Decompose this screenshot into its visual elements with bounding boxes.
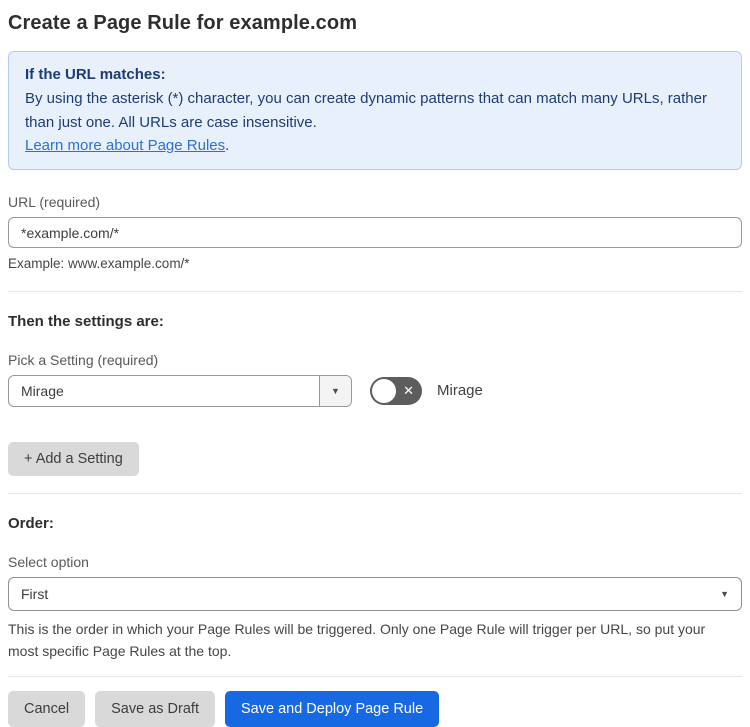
cancel-button[interactable]: Cancel [8, 691, 86, 727]
url-input[interactable] [8, 217, 742, 248]
create-page-rule-form: Create a Page Rule for example.com If th… [0, 0, 750, 727]
chevron-down-icon: ▼ [331, 385, 340, 396]
order-select[interactable]: First ▼ [8, 576, 742, 611]
toggle-setting-label: Mirage [437, 382, 483, 400]
url-field-helper: Example: www.example.com/* [8, 256, 190, 271]
setting-picker-arrow-button[interactable]: ▼ [319, 375, 351, 406]
url-match-info-box: If the URL matches: By using the asteris… [8, 51, 742, 170]
info-box-body: By using the asterisk (*) character, you… [25, 90, 707, 131]
toggle-off-x-icon: ✕ [403, 382, 414, 398]
chevron-down-icon: ▼ [720, 588, 729, 599]
settings-section-heading: Then the settings are: [8, 312, 164, 330]
toggle-knob [372, 378, 396, 403]
setting-picker-label: Pick a Setting (required) [8, 351, 159, 368]
order-helper-text: This is the order in which your Page Rul… [8, 620, 706, 659]
divider [8, 290, 742, 292]
page-title: Create a Page Rule for example.com [8, 12, 358, 34]
divider [8, 676, 742, 678]
info-box-link-row: Learn more about Page Rules. [25, 134, 725, 157]
info-box-heading: If the URL matches: [25, 66, 166, 83]
order-section-heading: Order: [8, 514, 54, 532]
add-setting-button[interactable]: + Add a Setting [8, 441, 139, 476]
save-as-draft-button[interactable]: Save as Draft [95, 691, 215, 727]
setting-picker-dropdown[interactable]: Mirage ▼ [8, 374, 352, 407]
url-field-label: URL (required) [8, 194, 101, 210]
setting-picker-value: Mirage [21, 382, 64, 399]
order-select-label: Select option [8, 553, 89, 570]
mirage-toggle[interactable]: ✕ [370, 376, 422, 405]
save-and-deploy-button[interactable]: Save and Deploy Page Rule [224, 691, 440, 727]
learn-more-link[interactable]: Learn more about Page Rules [25, 137, 225, 154]
footer-actions: Cancel Save as Draft Save and Deploy Pag… [8, 691, 742, 727]
divider [8, 492, 742, 494]
setting-row: Mirage ▼ ✕ Mirage [8, 374, 742, 407]
order-select-value: First [21, 585, 49, 602]
link-suffix: . [225, 136, 230, 154]
